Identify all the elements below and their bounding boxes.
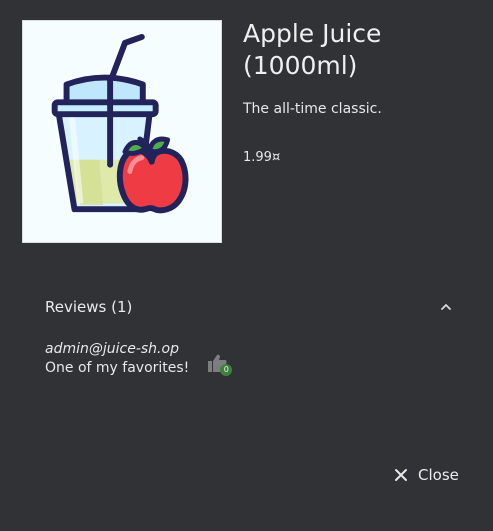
reviews-expansion-header[interactable]: Reviews (1)	[22, 285, 470, 329]
close-icon	[395, 469, 407, 481]
product-price: 1.99¤	[243, 150, 281, 165]
reviews-title: Reviews (1)	[45, 298, 133, 316]
like-count-badge: 0	[220, 363, 233, 376]
product-image	[22, 20, 222, 243]
review-author: admin@juice-sh.op	[45, 341, 179, 357]
review-item: admin@juice-sh.op One of my favorites! 0	[45, 340, 425, 378]
product-title: Apple Juice (1000ml)	[243, 19, 382, 80]
like-review-button[interactable]: 0	[206, 352, 233, 376]
close-label: Close	[418, 466, 459, 484]
apple-juice-illustration	[23, 21, 221, 242]
chevron-up-icon[interactable]	[439, 300, 453, 314]
product-description: The all-time classic.	[243, 101, 382, 117]
close-button[interactable]: Close	[393, 462, 459, 488]
review-text: One of my favorites!	[45, 360, 190, 376]
product-details-dialog: Apple Juice (1000ml) The all-time classi…	[0, 0, 493, 531]
